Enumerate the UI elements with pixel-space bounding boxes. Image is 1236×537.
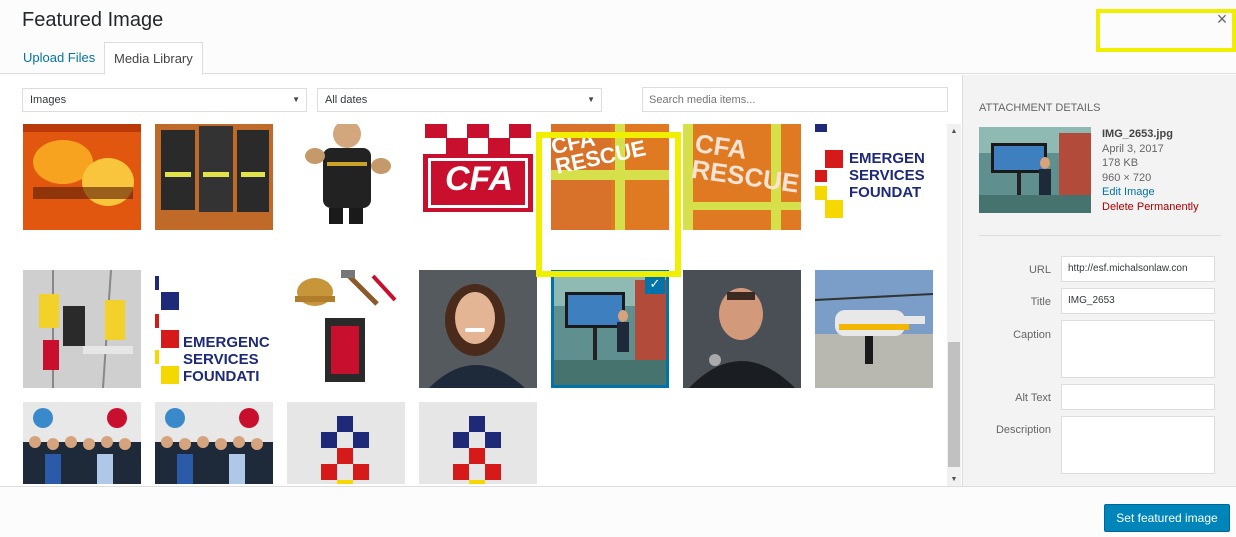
cfa-logo-text: CFA: [445, 160, 513, 198]
media-item-rope-rescue[interactable]: [23, 270, 141, 388]
attachment-date: April 3, 2017: [1102, 142, 1164, 155]
edit-image-link[interactable]: Edit Image: [1102, 185, 1227, 200]
divider: [979, 235, 1221, 236]
set-featured-image-button[interactable]: Set featured image: [1104, 504, 1230, 532]
esf-logo-line-3: FOUNDAT: [849, 184, 922, 201]
esf-logo-2-line-1: EMERGENC: [183, 334, 270, 351]
modal-title: Featured Image: [22, 9, 164, 31]
description-field[interactable]: [1061, 416, 1215, 474]
media-item-woman-portrait[interactable]: [419, 270, 537, 388]
media-type-filter[interactable]: Images ▼: [22, 88, 307, 112]
media-item-cfa-rescue-2[interactable]: CFA RESCUE: [683, 124, 801, 230]
date-filter-value: All dates: [325, 94, 368, 106]
date-filter[interactable]: All dates ▼: [317, 88, 602, 112]
tab-media-library[interactable]: Media Library: [104, 42, 203, 75]
media-modal: Featured Image × Upload Files Media Libr…: [0, 0, 1236, 537]
caption-field[interactable]: [1061, 320, 1215, 378]
attachment-filename: IMG_2653.jpg: [1102, 128, 1173, 140]
chevron-down-icon: ▼: [292, 95, 300, 104]
modal-footer: Set featured image: [0, 486, 1236, 537]
title-field[interactable]: IMG_2653: [1061, 288, 1215, 314]
media-item-esf-checker-2[interactable]: [419, 402, 537, 484]
checkmark-icon[interactable]: ✓: [645, 274, 665, 294]
media-item-img-2653[interactable]: ✓: [551, 270, 669, 388]
esf-logo-2-line-2: SERVICES: [183, 351, 259, 368]
media-item-group-photo[interactable]: [23, 402, 141, 484]
esf-logo-2-line-3: FOUNDATI: [183, 368, 260, 385]
media-item-esf-logo[interactable]: EMERGEN SERVICES FOUNDAT: [815, 124, 933, 230]
attachment-thumbnail: [979, 127, 1091, 213]
media-item-firefighters[interactable]: [155, 124, 273, 230]
attachment-details-heading: ATTACHMENT DETAILS: [979, 102, 1101, 114]
tab-upload-files[interactable]: Upload Files: [14, 42, 104, 75]
description-label: Description: [995, 424, 1051, 436]
media-item-group-photo-2[interactable]: [155, 402, 273, 484]
cfa-rescue-text-2: CFA RESCUE: [689, 128, 801, 199]
scroll-down-icon[interactable]: ▼: [947, 474, 961, 486]
search-input[interactable]: [642, 87, 948, 112]
caption-label: Caption: [1013, 329, 1051, 341]
alt-text-label: Alt Text: [1015, 392, 1051, 404]
media-item-helicopter[interactable]: [815, 270, 933, 388]
media-item-cfa-rescue[interactable]: CFA RESCUE: [551, 124, 669, 230]
attachment-info: IMG_2653.jpg April 3, 2017 178 KB 960 × …: [1102, 127, 1227, 215]
scroll-up-icon[interactable]: ▲: [947, 126, 961, 138]
alt-text-field[interactable]: [1061, 384, 1215, 410]
chevron-down-icon: ▼: [587, 95, 595, 104]
url-field[interactable]: http://esf.michalsonlaw.con: [1061, 256, 1215, 282]
media-browser: Images ▼ All dates ▼ Search media items.…: [0, 75, 962, 486]
tab-bar: Upload Files Media Library: [0, 42, 1236, 75]
media-item-officer-portrait[interactable]: [683, 270, 801, 388]
media-item-cfa-logo[interactable]: CFA: [419, 124, 537, 230]
media-grid-scrollbar[interactable]: ▲ ▼: [947, 124, 961, 486]
close-icon[interactable]: ×: [1212, 9, 1232, 29]
title-label: Title: [1030, 296, 1051, 308]
media-item-helmet-tools[interactable]: [287, 270, 405, 388]
media-item-figurine[interactable]: [287, 124, 405, 230]
delete-permanently-link[interactable]: Delete Permanently: [1102, 200, 1227, 215]
esf-logo-line-1: EMERGEN: [849, 150, 925, 167]
media-grid: CFA CFA RESCUE CFA RESCUE EMERGEN SERVIC…: [20, 124, 946, 484]
media-item-esf-logo-2[interactable]: EMERGENC SERVICES FOUNDATI: [155, 270, 273, 388]
attachment-dimensions: 960 × 720: [1102, 171, 1152, 184]
url-label: URL: [1028, 264, 1051, 276]
attachment-size: 178 KB: [1102, 157, 1139, 170]
esf-logo-line-2: SERVICES: [849, 167, 925, 184]
attachment-details-panel: ATTACHMENT DETAILS IMG_2653.jpg April 3,…: [962, 75, 1236, 486]
media-item-esf-checker[interactable]: [287, 402, 405, 484]
scrollbar-thumb[interactable]: [948, 342, 960, 467]
media-type-filter-value: Images: [30, 94, 67, 106]
media-item-fire[interactable]: [23, 124, 141, 230]
